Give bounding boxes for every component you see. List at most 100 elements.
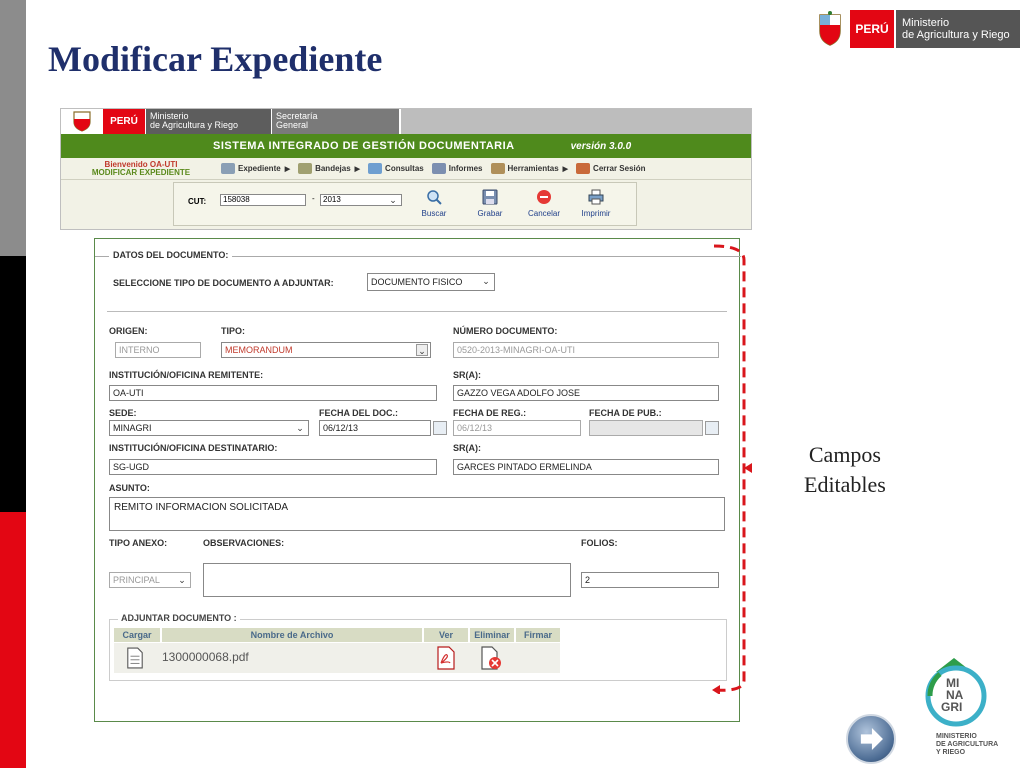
document-form: DATOS DEL DOCUMENTO: SELECCIONE TIPO DE … [94,238,741,722]
obs-label: OBSERVACIONES: [203,538,285,548]
pdf-icon[interactable] [436,646,456,670]
cut-dash: - [312,194,315,203]
year-select[interactable]: 2013 ⌄ [320,194,402,206]
cut-input[interactable]: 158038 [220,194,306,206]
adjuntar-panel: ADJUNTAR DOCUMENTO : Cargar Nombre de Ar… [109,613,727,681]
slide-title: Modificar Expediente [48,39,383,79]
side-band-gray [0,0,26,256]
arrow-right-icon [860,727,883,751]
sr1-field[interactable]: GAZZO VEGA ADOLFO JOSE [453,385,719,401]
menu-arrow-icon: ▶ [562,165,569,173]
annotation-note: Campos Editables [804,440,886,500]
destinatario-label: INSTITUCIÓN/OFICINA DESTINATARIO: [109,443,278,453]
app-brand-fill [401,109,751,134]
tipo-doc-label: SELECCIONE TIPO DE DOCUMENTO A ADJUNTAR: [113,278,334,288]
menu-herramientas[interactable]: Herramientas ▶ [490,163,569,174]
imprimir-button[interactable]: Imprimir [576,189,616,218]
remitente-field[interactable]: OA-UTI [109,385,437,401]
minagri-logo-line-3: GRI [941,700,962,714]
main-menu: Bienvenido OA-UTI Modificar Expediente E… [61,158,751,180]
bandejas-icon [298,163,313,174]
app-peru-label: PERÚ [103,109,145,134]
sr1-label: SR(A): [453,370,481,380]
cancelar-button[interactable]: Cancelar [524,189,564,218]
menu-bandejas-label: Bandejas [315,164,351,173]
sr2-field[interactable]: GARCES PINTADO ERMELINDA [453,459,719,475]
sede-select[interactable]: MINAGRI ⌄ [109,420,309,436]
editable-fields-bracket [712,244,752,694]
tipo-label: TIPO: [221,326,245,336]
fecha-reg-label: FECHA DE REG.: [453,408,527,418]
sr2-label: SR(A): [453,443,481,453]
upload-file-icon[interactable] [126,646,144,670]
menu-expediente[interactable]: Expediente ▶ [221,163,290,174]
chevron-down-icon: ⌄ [416,344,428,356]
chevron-down-icon: ⌄ [296,423,304,433]
destinatario-field[interactable]: SG-UGD [109,459,437,475]
origen-label: ORIGEN: [109,326,148,336]
col-eliminar: Eliminar [470,628,514,642]
save-icon [482,189,498,205]
adjuntar-legend: ADJUNTAR DOCUMENTO : [118,613,240,623]
expediente-icon [221,163,235,174]
grabar-label: Grabar [477,209,503,218]
form-divider [107,311,727,312]
menu-consultas[interactable]: Consultas [368,163,424,174]
system-title: SISTEMA INTEGRADO DE GESTIÓN DOCUMENTARI… [213,140,515,152]
system-title-bar: SISTEMA INTEGRADO DE GESTIÓN DOCUMENTARI… [61,134,751,158]
menu-bandejas[interactable]: Bandejas ▶ [298,163,360,174]
fecha-doc-field[interactable]: 06/12/13 [319,420,431,436]
origen-field[interactable]: INTERNO [115,342,201,358]
tipo-doc-select[interactable]: DOCUMENTO FISICO ⌄ [367,273,495,291]
asunto-field[interactable]: REMITO INFORMACION SOLICITADA [109,497,725,531]
folios-label: FOLIOS: [581,538,618,548]
menu-arrow-icon: ▶ [284,165,291,173]
menu-cerrar-sesion-label: Cerrar Sesión [593,164,646,173]
folios-field[interactable]: 2 [581,572,719,588]
obs-field[interactable] [203,563,571,597]
minagri-caption-line-3: Y RIEGO [936,749,966,756]
sede-value: MINAGRI [113,423,152,433]
cancel-icon [537,190,551,204]
consultas-icon [368,163,383,174]
anexo-select[interactable]: PRINCIPAL ⌄ [109,572,191,588]
grabar-button[interactable]: Grabar [470,189,510,218]
next-arrow-button[interactable] [846,714,896,764]
fecha-pub-field[interactable] [589,420,703,436]
annotation-line-2: Editables [804,472,886,497]
sede-label: SEDE: [109,408,137,418]
fecha-reg-field[interactable]: 06/12/13 [453,420,581,436]
menu-expediente-label: Expediente [238,164,281,173]
informes-icon [431,163,446,174]
anexo-value: PRINCIPAL [113,575,160,585]
menu-cerrar-sesion[interactable]: Cerrar Sesión [576,163,646,174]
minagri-logo-caption: MINISTERIO DE AGRICULTURA Y RIEGO [936,733,998,757]
cancelar-label: Cancelar [527,209,560,218]
tipo-select[interactable]: MEMORANDUM ⌄ [221,342,431,358]
chevron-down-icon: ⌄ [482,276,490,286]
ministry-line-2: de Agricultura y Riego [902,29,1010,41]
remitente-label: INSTITUCIÓN/OFICINA REMITENTE: [109,370,264,380]
year-select-value: 2013 [323,195,341,204]
ministry-brand: PERÚ Ministerio de Agricultura y Riego [816,10,1020,48]
tipo-value: MEMORANDUM [225,345,293,355]
app-header: PERÚ Ministerio de Agricultura y Riego S… [60,108,752,230]
section-text: Modificar Expediente [91,167,191,177]
calendar-icon[interactable] [433,421,447,435]
herramientas-icon [490,163,505,174]
menu-arrow-icon: ▶ [354,165,361,173]
menu-informes[interactable]: Informes [431,163,483,174]
annotation-line-1: Campos [808,442,881,467]
numero-field[interactable]: 0520-2013-MINAGRI-OA-UTI [453,342,719,358]
system-version: versión 3.0.0 [570,140,632,152]
minagri-caption-line-1: MINISTERIO [936,733,977,740]
menu-herramientas-label: Herramientas [507,164,559,173]
buscar-button[interactable]: Buscar [414,189,454,218]
minagri-caption-line-2: DE AGRICULTURA [936,741,999,748]
ministry-line-1: Ministerio [902,17,950,29]
file-name: 1300000068.pdf [162,650,249,664]
col-ver: Ver [424,628,468,642]
fecha-pub-label: FECHA DE PUB.: [589,408,662,418]
delete-file-icon[interactable] [480,646,502,670]
ministry-label: Ministerio de Agricultura y Riego [894,10,1020,48]
